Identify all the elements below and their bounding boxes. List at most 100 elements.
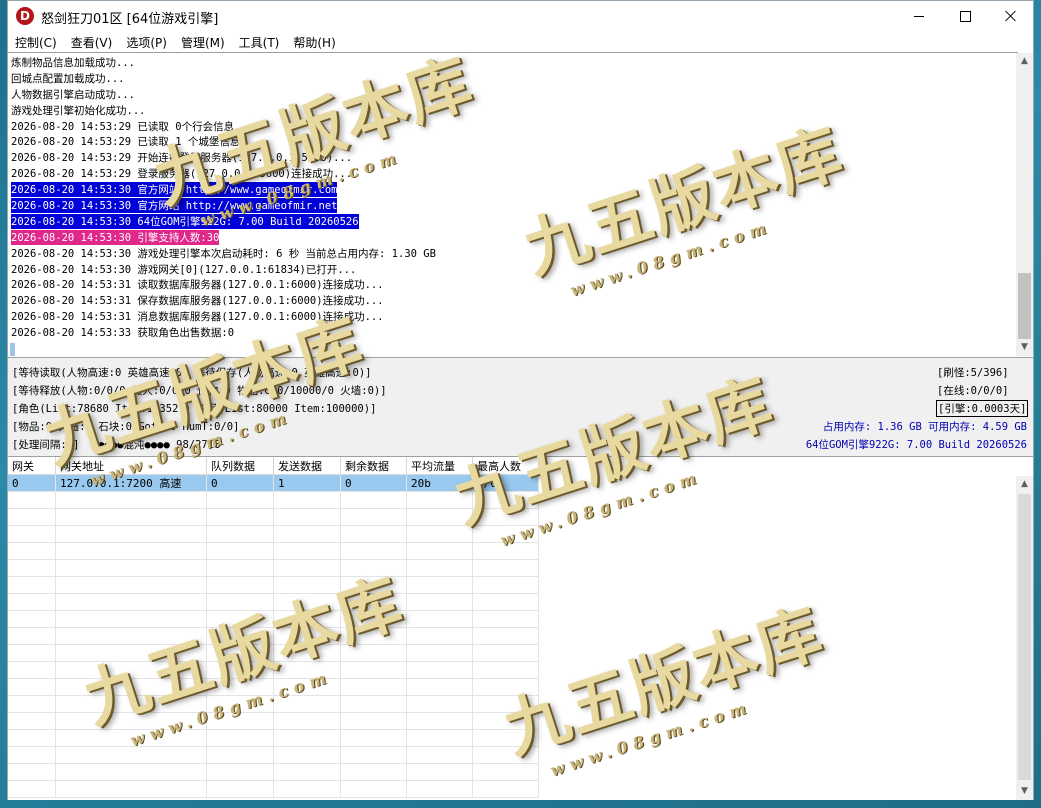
table-row[interactable]	[8, 559, 539, 577]
table-row[interactable]	[8, 525, 539, 543]
empty-cell	[55, 644, 207, 662]
empty-cell	[8, 508, 56, 526]
table-row[interactable]	[8, 678, 539, 696]
empty-cell	[472, 729, 539, 747]
empty-cell	[55, 746, 207, 764]
log-line: 2026-08-20 14:53:31 读取数据库服务器(127.0.0.1:6…	[10, 277, 437, 293]
log-line-text: 游戏处理引擎初始化成功...	[11, 104, 146, 117]
log-scroll-thumb[interactable]	[1018, 273, 1031, 339]
table-row[interactable]	[8, 491, 539, 509]
empty-cell	[340, 729, 407, 747]
menu-help[interactable]: 帮助(H)	[286, 31, 342, 52]
empty-cell	[206, 542, 274, 560]
empty-cell	[206, 559, 274, 577]
empty-cell	[406, 627, 473, 645]
grid-scroll-up-icon[interactable]: ▲	[1016, 476, 1033, 493]
col-max-users[interactable]: 最高人数	[472, 457, 539, 475]
app-logo-icon: D	[16, 7, 34, 25]
log-line: 回城点配置加载成功...	[10, 71, 437, 87]
cell-queue: 0	[206, 474, 274, 492]
table-row[interactable]	[8, 746, 539, 764]
title-bar[interactable]: D 怒剑狂刀01区 [64位游戏引擎]	[8, 1, 1033, 31]
empty-cell	[206, 610, 274, 628]
empty-cell	[472, 678, 539, 696]
table-row[interactable]	[8, 627, 539, 645]
empty-cell	[273, 525, 341, 543]
empty-cell	[55, 763, 207, 781]
menu-view[interactable]: 查看(V)	[64, 31, 120, 52]
table-row[interactable]	[8, 780, 539, 798]
table-row[interactable]	[8, 576, 539, 594]
empty-cell	[55, 712, 207, 730]
empty-cell	[55, 627, 207, 645]
cell-remaining: 0	[340, 474, 407, 492]
empty-cell	[406, 508, 473, 526]
empty-cell	[206, 627, 274, 645]
table-row[interactable]	[8, 729, 539, 747]
col-avg-traffic[interactable]: 平均流量	[406, 457, 473, 475]
empty-cell	[8, 491, 56, 509]
scroll-down-icon[interactable]: ▼	[1016, 339, 1033, 356]
empty-cell	[273, 678, 341, 696]
status-spawn: [刷怪:5/396]	[937, 367, 1009, 379]
scroll-up-icon[interactable]: ▲	[1016, 53, 1033, 70]
empty-cell	[8, 746, 56, 764]
table-row[interactable]	[8, 763, 539, 781]
empty-cell	[273, 712, 341, 730]
maximize-button[interactable]	[942, 1, 988, 31]
log-output[interactable]: 炼制物品信息加载成功... 回城点配置加载成功... 人物数据引擎启动成功... 游戏…	[8, 52, 1018, 357]
table-row[interactable]	[8, 661, 539, 679]
menu-options[interactable]: 选项(P)	[119, 31, 174, 52]
empty-cell	[273, 610, 341, 628]
empty-cell	[406, 661, 473, 679]
grid-scroll-down-icon[interactable]: ▼	[1016, 783, 1033, 800]
table-row[interactable]	[8, 542, 539, 560]
server-window: D 怒剑狂刀01区 [64位游戏引擎] 控制(C) 查看(V) 选项(P) 管理…	[7, 0, 1034, 800]
table-row[interactable]	[8, 610, 539, 628]
col-gateway-address[interactable]: 网关地址	[55, 457, 207, 475]
empty-cell	[340, 746, 407, 764]
empty-cell	[55, 593, 207, 611]
log-line-text: 2026-08-20 14:53:29 开始连接登录服务器(127.0.0.1:…	[11, 152, 353, 165]
log-line: 2026-08-20 14:53:31 保存数据库服务器(127.0.0.1:6…	[10, 293, 437, 309]
table-row[interactable]	[8, 593, 539, 611]
table-row[interactable]	[8, 695, 539, 713]
table-row[interactable]: 0 127.0.0.1:7200 高速 0 1 0 20b 0/0	[8, 474, 539, 492]
empty-cell	[55, 780, 207, 798]
empty-cell	[273, 661, 341, 679]
empty-cell	[206, 593, 274, 611]
empty-cell	[340, 525, 407, 543]
table-row[interactable]	[8, 508, 539, 526]
close-button[interactable]	[988, 1, 1034, 31]
empty-cell	[406, 491, 473, 509]
log-line: 2026-08-20 14:53:29 已读取 0个行会信息...	[10, 119, 437, 135]
empty-cell	[273, 746, 341, 764]
grid-scroll-thumb[interactable]	[1018, 494, 1031, 780]
empty-cell	[340, 542, 407, 560]
minimize-button[interactable]	[896, 1, 942, 31]
empty-cell	[8, 661, 56, 679]
table-row[interactable]	[8, 644, 539, 662]
grid-scrollbar[interactable]: ▲ ▼	[1016, 476, 1033, 800]
empty-cell	[55, 542, 207, 560]
empty-cell	[406, 678, 473, 696]
empty-cell	[273, 627, 341, 645]
cell-gateway: 0	[8, 474, 56, 492]
empty-cell	[340, 712, 407, 730]
close-icon	[1005, 10, 1017, 22]
table-row[interactable]	[8, 712, 539, 730]
col-remaining-data[interactable]: 剩余数据	[340, 457, 407, 475]
menu-control[interactable]: 控制(C)	[8, 31, 64, 52]
col-send-data[interactable]: 发送数据	[273, 457, 341, 475]
menu-manage[interactable]: 管理(M)	[174, 31, 232, 52]
empty-cell	[55, 610, 207, 628]
log-scrollbar[interactable]: ▲ ▼	[1016, 53, 1033, 356]
empty-cell	[472, 508, 539, 526]
empty-cell	[206, 576, 274, 594]
empty-cell	[472, 491, 539, 509]
menu-tools[interactable]: 工具(T)	[232, 31, 287, 52]
col-gateway[interactable]: 网关	[8, 457, 56, 475]
col-queue-data[interactable]: 队列数据	[206, 457, 274, 475]
empty-cell	[273, 576, 341, 594]
empty-cell	[406, 763, 473, 781]
